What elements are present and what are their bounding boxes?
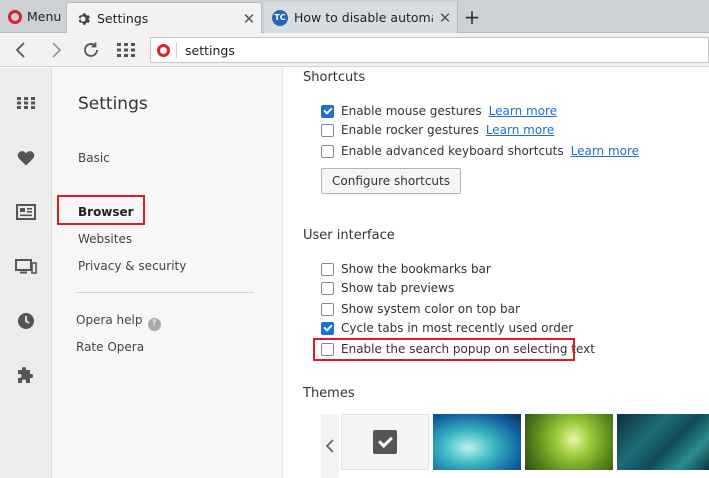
tab-article[interactable]: TC How to disable automatic ✕: [264, 2, 458, 33]
opera-help-label: Opera help: [76, 313, 143, 327]
search-popup-highlight-box: [313, 338, 575, 361]
tab-settings[interactable]: Settings ✕: [66, 2, 262, 34]
gear-icon: [75, 11, 91, 27]
user-interface-heading: User interface: [303, 228, 395, 243]
nav-privacy-security[interactable]: Privacy & security: [78, 259, 186, 273]
settings-title: Settings: [78, 94, 148, 114]
chevron-left-icon[interactable]: [321, 414, 339, 478]
opera-logo-icon: [8, 9, 22, 24]
themes-strip: [321, 414, 709, 478]
cycle-tabs-row[interactable]: Cycle tabs in most recently used order: [321, 319, 573, 337]
address-separator: [176, 42, 177, 58]
mouse-gestures-label: Enable mouse gestures: [341, 104, 482, 118]
close-tab-icon[interactable]: ✕: [237, 10, 261, 28]
checkmark-icon: [373, 430, 397, 454]
address-text: settings: [185, 42, 235, 58]
settings-content: Shortcuts Enable mouse gestures Learn mo…: [283, 68, 709, 478]
menu-label: Menu: [27, 9, 62, 24]
nav-basic[interactable]: Basic: [78, 151, 110, 165]
mouse-gestures-checkbox[interactable]: [321, 104, 334, 118]
rate-opera-link[interactable]: Rate Opera: [76, 340, 144, 354]
forward-arrow-icon[interactable]: [43, 38, 69, 62]
mouse-gestures-learn-more[interactable]: Learn more: [489, 104, 557, 118]
news-icon[interactable]: [13, 201, 39, 223]
advanced-shortcuts-row[interactable]: Enable advanced keyboard shortcuts Learn…: [321, 142, 639, 160]
tab-strip: Menu Settings ✕ TC How to disable automa…: [0, 0, 709, 34]
theme-teal-feather[interactable]: [617, 414, 709, 470]
site-favicon-icon: TC: [272, 9, 288, 26]
tab-previews-row[interactable]: Show tab previews: [321, 279, 454, 297]
bookmarks-bar-row[interactable]: Show the bookmarks bar: [321, 260, 491, 278]
devices-icon[interactable]: [13, 256, 39, 278]
system-color-label: Show system color on top bar: [341, 302, 520, 316]
theme-blue-wave[interactable]: [433, 414, 521, 470]
opera-page-icon: [157, 43, 170, 57]
opera-menu-button[interactable]: Menu: [0, 0, 64, 33]
history-clock-icon[interactable]: [13, 310, 39, 332]
close-tab-icon[interactable]: ✕: [433, 9, 457, 27]
opera-help-link[interactable]: Opera help?: [76, 313, 161, 331]
theme-green-leaf[interactable]: [525, 414, 613, 470]
help-question-icon: ?: [147, 318, 161, 331]
configure-shortcuts-button[interactable]: Configure shortcuts: [321, 168, 461, 194]
cycle-tabs-label: Cycle tabs in most recently used order: [341, 321, 574, 335]
nav-websites[interactable]: Websites: [78, 232, 132, 246]
tab-previews-label: Show tab previews: [341, 281, 455, 295]
advanced-shortcuts-checkbox[interactable]: [321, 144, 334, 158]
rocker-gestures-row[interactable]: Enable rocker gestures Learn more: [321, 121, 554, 139]
nav-divider: [76, 292, 254, 293]
bookmarks-bar-checkbox[interactable]: [321, 262, 334, 276]
back-arrow-icon[interactable]: [8, 38, 34, 62]
left-sidebar: [0, 68, 52, 478]
advanced-shortcuts-label: Enable advanced keyboard shortcuts: [341, 144, 564, 158]
system-color-checkbox[interactable]: [321, 302, 334, 316]
tab-label: How to disable automatic: [294, 10, 433, 25]
mouse-gestures-row[interactable]: Enable mouse gestures Learn more: [321, 102, 557, 120]
settings-panel: Shortcuts Enable mouse gestures Learn mo…: [289, 68, 709, 478]
reload-icon[interactable]: [78, 38, 104, 62]
speed-dial-icon[interactable]: [13, 92, 39, 114]
theme-default-selected[interactable]: [341, 414, 429, 470]
themes-heading: Themes: [303, 386, 355, 401]
settings-nav: Settings Basic Browser Websites Privacy …: [52, 68, 283, 478]
rocker-gestures-label: Enable rocker gestures: [341, 123, 479, 137]
tab-label: Settings: [97, 11, 149, 26]
shortcuts-heading: Shortcuts: [303, 70, 366, 85]
speed-dial-grid-icon[interactable]: [113, 38, 139, 62]
advanced-shortcuts-learn-more[interactable]: Learn more: [571, 144, 639, 158]
browser-highlight-box: [57, 195, 145, 225]
address-bar[interactable]: settings: [150, 37, 709, 63]
tab-previews-checkbox[interactable]: [321, 281, 334, 295]
system-color-row[interactable]: Show system color on top bar: [321, 300, 520, 318]
extensions-puzzle-icon[interactable]: [13, 364, 39, 386]
heart-icon[interactable]: [13, 147, 39, 169]
new-tab-plus-icon[interactable]: +: [458, 2, 486, 32]
rocker-gestures-checkbox[interactable]: [321, 123, 334, 137]
cycle-tabs-checkbox[interactable]: [321, 321, 334, 335]
address-toolbar: settings: [0, 33, 709, 67]
bookmarks-bar-label: Show the bookmarks bar: [341, 262, 491, 276]
rocker-gestures-learn-more[interactable]: Learn more: [486, 123, 554, 137]
